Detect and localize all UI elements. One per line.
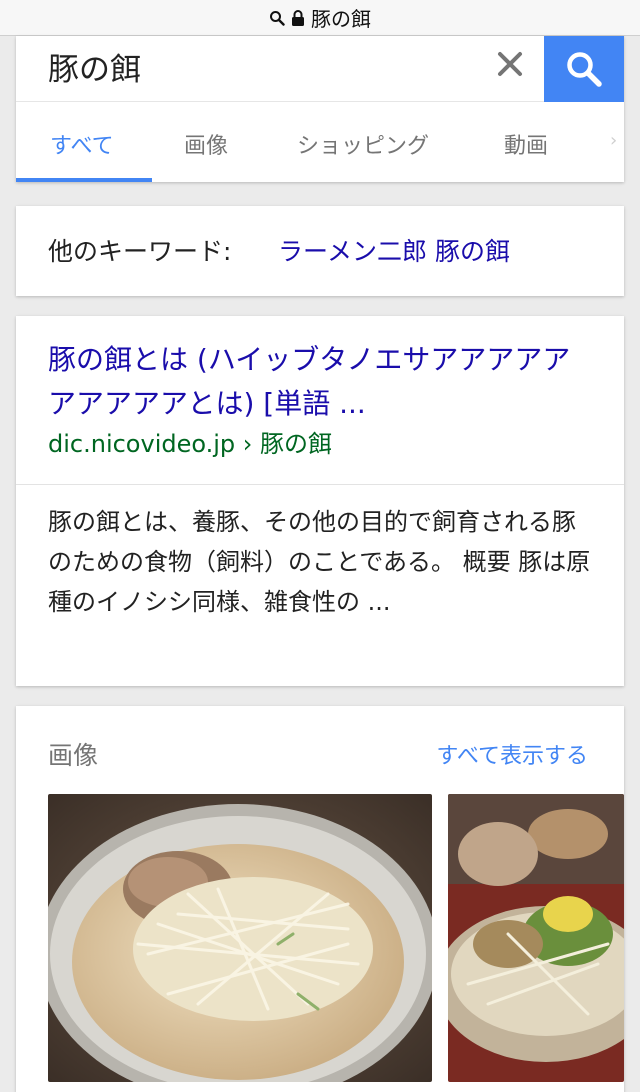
view-all-images-link[interactable]: すべて表示する — [436, 738, 588, 770]
images-card: 画像 すべて表示する — [16, 706, 624, 1092]
search-tabs: すべて 画像 ショッピング 動画 — [16, 102, 624, 182]
search-result-card: 豚の餌とは (ハイッブタノエサアアアアアアアアアアとは) [単語 ... dic… — [16, 316, 624, 686]
result-url[interactable]: dic.nicovideo.jp › 豚の餌 — [48, 424, 332, 459]
tab-overflow: › — [610, 130, 618, 151]
search-icon — [269, 10, 285, 26]
image-thumbnail[interactable] — [48, 794, 432, 1082]
tab-images[interactable]: 画像 — [184, 128, 228, 160]
images-heading: 画像 — [48, 741, 99, 770]
url-text: 豚の餌 — [311, 7, 371, 31]
divider — [16, 484, 624, 485]
tab-videos[interactable]: 動画 — [504, 128, 548, 160]
browser-url-bar[interactable]: 豚の餌 — [0, 0, 640, 36]
related-keywords-card: 他のキーワード: ラーメン二郎 豚の餌 — [16, 206, 624, 296]
related-keyword-link[interactable]: ラーメン二郎 豚の餌 — [278, 232, 510, 268]
search-input[interactable]: 豚の餌 — [48, 44, 141, 89]
result-url-path: › 豚の餌 — [242, 430, 333, 458]
tab-shopping[interactable]: ショッピング — [297, 128, 429, 160]
search-row: 豚の餌 — [16, 36, 624, 102]
search-card: 豚の餌 すべて 画像 ショッピング 動画 › — [16, 36, 624, 182]
result-title-link[interactable]: 豚の餌とは (ハイッブタノエサアアアアアアアアアアとは) [単語 ... — [48, 338, 588, 426]
close-icon — [498, 52, 522, 76]
result-url-domain: dic.nicovideo.jp — [48, 430, 236, 458]
tab-all[interactable]: すべて — [50, 128, 114, 160]
related-keywords-label: 他のキーワード: — [48, 237, 232, 266]
search-icon — [567, 52, 602, 87]
image-thumbnail[interactable] — [448, 794, 624, 1082]
active-tab-indicator — [16, 178, 152, 182]
result-snippet: 豚の餌とは、養豚、その他の目的で飼育される豚のための食物（飼料）のことである。 … — [48, 508, 591, 616]
search-button[interactable] — [544, 36, 624, 102]
lock-icon — [291, 9, 305, 27]
clear-button[interactable] — [492, 46, 528, 82]
